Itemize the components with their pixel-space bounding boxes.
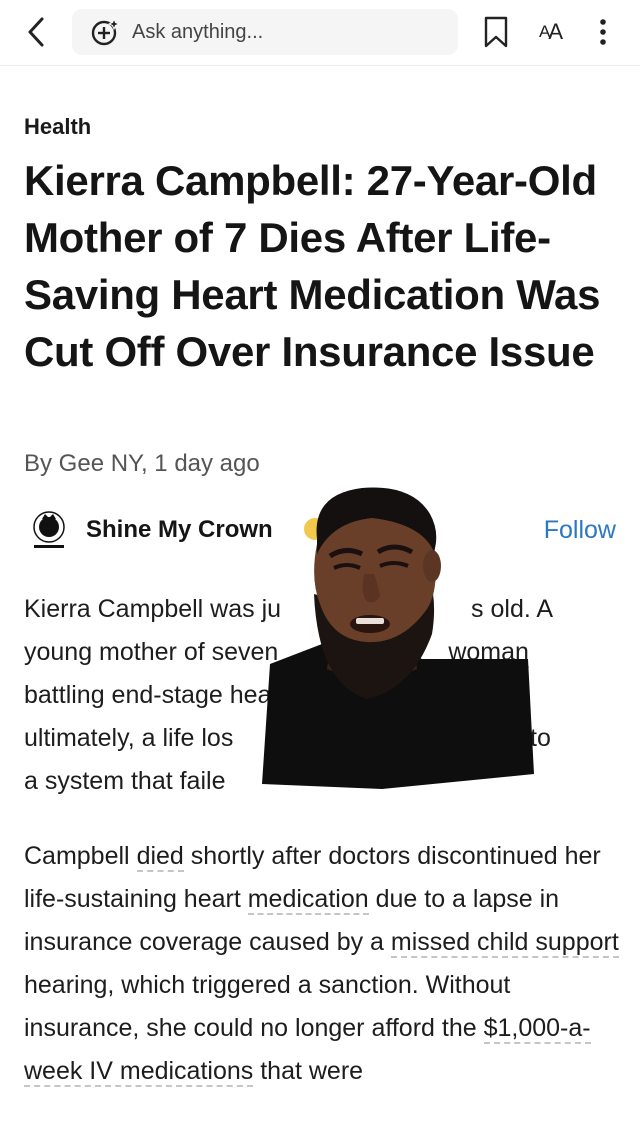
text-fragment: Kierra Campbell was ju — [24, 595, 282, 623]
article-byline: By Gee NY, 1 day ago — [24, 450, 260, 478]
byline-time: 1 day ago — [154, 450, 260, 477]
publisher-logo[interactable] — [28, 510, 70, 552]
text-fragment: Campbell — [24, 842, 137, 870]
bookmark-button[interactable] — [480, 14, 512, 50]
bookmark-icon — [484, 16, 508, 48]
text-fragment: that were — [253, 1057, 364, 1085]
article-paragraph-2: Campbell died shortly after doctors disc… — [24, 835, 620, 1093]
linked-term[interactable]: died — [136, 842, 184, 872]
back-button[interactable] — [20, 14, 52, 50]
article-category[interactable]: Health — [24, 114, 91, 140]
ask-anything-search[interactable] — [72, 9, 458, 55]
more-options-button[interactable] — [588, 14, 618, 50]
text-size-small-a: A — [538, 22, 550, 41]
text-size-button[interactable]: AA — [528, 14, 572, 50]
chevron-left-icon — [28, 17, 44, 47]
text-fragment: hearing, which triggered a sanction. Wit… — [24, 971, 511, 1042]
linked-term[interactable]: missed child support — [390, 928, 619, 958]
follow-button[interactable]: Follow — [544, 516, 616, 545]
text-fragment: battling end-stage hear — [24, 681, 280, 709]
text-fragment: a system that faile — [24, 767, 226, 795]
vertical-dots-icon — [600, 19, 606, 45]
ai-sparkle-icon — [88, 15, 122, 49]
text-fragment: ultimately, a life los — [24, 724, 234, 752]
article-headline: Kierra Campbell: 27-Year-Old Mother of 7… — [24, 157, 601, 375]
byline-author[interactable]: By Gee NY, — [24, 450, 148, 477]
publisher-name[interactable]: Shine My Crown — [86, 516, 273, 544]
search-input[interactable] — [132, 20, 432, 44]
linked-term[interactable]: medication — [247, 885, 369, 915]
text-fragment: young mother of seven — [24, 638, 279, 666]
text-size-large-a: A — [548, 19, 563, 44]
top-toolbar: AA — [0, 0, 640, 66]
video-overlay-person — [262, 487, 534, 789]
